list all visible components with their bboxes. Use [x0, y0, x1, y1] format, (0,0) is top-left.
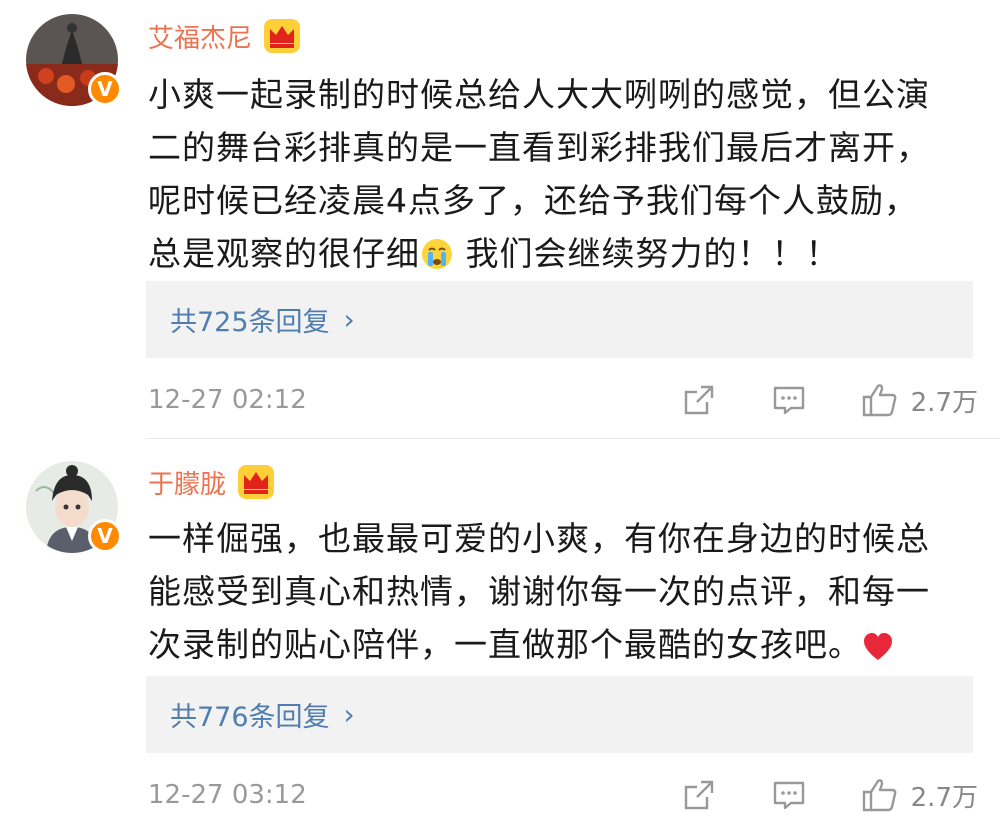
like-count: 2.7万 [910, 782, 978, 813]
view-replies-button[interactable]: 共776条回复 › [146, 676, 973, 753]
thumbs-up-icon [862, 384, 897, 417]
chevron-right-icon: › [343, 698, 355, 731]
verified-badge-icon: V [88, 519, 122, 553]
share-icon[interactable] [681, 777, 717, 813]
username[interactable]: 于朦胧 [148, 464, 226, 501]
crown-icon [264, 19, 301, 53]
timestamp: 12-27 03:12 [148, 780, 307, 810]
share-icon[interactable] [681, 382, 717, 418]
like-button[interactable]: 2.7万 [861, 777, 978, 814]
avatar[interactable]: V [26, 14, 126, 114]
view-replies-button[interactable]: 共725条回复 › [146, 281, 973, 358]
like-count: 2.7万 [910, 387, 978, 418]
avatar[interactable]: V [26, 461, 126, 561]
red-heart-emoji-icon [864, 633, 892, 660]
like-button[interactable]: 2.7万 [861, 382, 978, 419]
comment-icon[interactable] [771, 777, 807, 813]
crown-icon [238, 465, 275, 499]
comment-text: 一样倔强，也最最可爱的小爽，有你在身边的时候总 能感受到真心和热情，谢谢你每一次… [148, 519, 930, 664]
verified-badge-icon: V [88, 72, 122, 106]
chevron-right-icon: › [343, 303, 355, 336]
timestamp: 12-27 02:12 [148, 385, 307, 415]
divider [146, 438, 1000, 439]
username[interactable]: 艾福杰尼 [148, 18, 252, 55]
crying-face-emoji-icon [422, 239, 452, 269]
thumbs-up-icon [862, 779, 897, 812]
comment-text: 小爽一起录制的时候总给人大大咧咧的感觉，但公演 二的舞台彩排真的是一直看到彩排我… [148, 75, 930, 273]
comment-icon[interactable] [771, 382, 807, 418]
